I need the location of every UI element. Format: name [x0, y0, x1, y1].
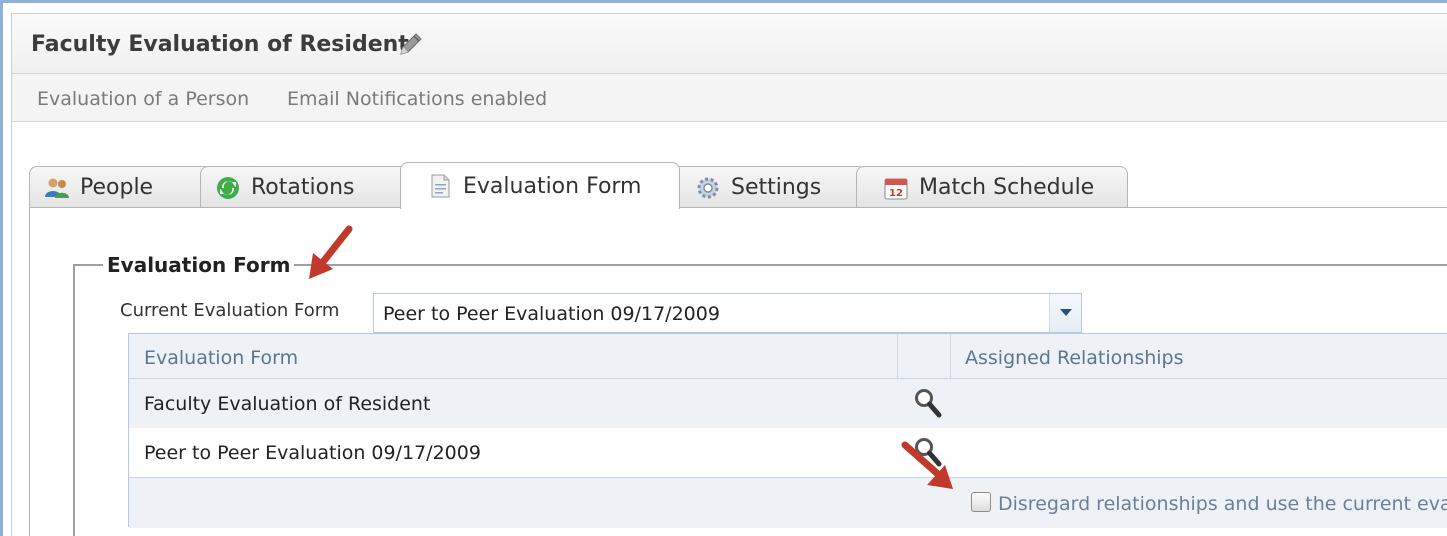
- disregard-relationships-label[interactable]: Disregard relationships and use the curr…: [998, 493, 1447, 515]
- title-bar: Faculty Evaluation of Resident: [12, 14, 1447, 74]
- table-row[interactable]: Peer to Peer Evaluation 09/17/2009: [129, 428, 1447, 477]
- table-row[interactable]: Faculty Evaluation of Resident: [129, 379, 1447, 428]
- select-value: Peer to Peer Evaluation 09/17/2009: [383, 303, 720, 325]
- gear-icon: [697, 177, 719, 198]
- annotation-arrow-icon: [901, 441, 953, 489]
- people-icon: [45, 178, 69, 198]
- fieldset-legend: Evaluation Form: [103, 253, 295, 277]
- pencil-edit-icon[interactable]: [396, 31, 424, 59]
- tab-people[interactable]: People: [29, 166, 215, 208]
- column-divider: [950, 334, 951, 379]
- table-footer: Disregard relationships and use the curr…: [129, 477, 1447, 528]
- table-header: Evaluation Form Assigned Relationships: [129, 334, 1447, 379]
- tab-evaluation-form[interactable]: Evaluation Form: [400, 162, 680, 209]
- evaluation-type-text: Evaluation of a Person: [37, 88, 250, 110]
- tab-bar: People Rotations Evaluation Form Setting…: [12, 162, 1447, 209]
- chevron-down-icon[interactable]: [1049, 294, 1081, 332]
- tab-label: Settings: [731, 175, 822, 200]
- row-evaluation-form-name: Peer to Peer Evaluation 09/17/2009: [144, 442, 481, 464]
- calendar-icon: 12: [884, 178, 908, 199]
- disregard-relationships-checkbox[interactable]: [971, 492, 991, 512]
- tab-rotations[interactable]: Rotations: [200, 166, 410, 208]
- email-notification-status: Email Notifications enabled: [287, 88, 548, 110]
- row-evaluation-form-name: Faculty Evaluation of Resident: [144, 393, 431, 415]
- current-evaluation-form-label: Current Evaluation Form: [120, 300, 340, 321]
- tab-label: Match Schedule: [919, 175, 1095, 200]
- page-title: Faculty Evaluation of Resident: [31, 32, 409, 57]
- rotations-icon: [217, 176, 239, 199]
- tab-settings[interactable]: Settings: [670, 166, 866, 208]
- subtitle-bar: Evaluation of a Person Email Notificatio…: [12, 74, 1447, 122]
- document-icon: [431, 174, 450, 198]
- current-evaluation-form-select[interactable]: Peer to Peer Evaluation 09/17/2009: [373, 293, 1082, 333]
- magnifier-icon[interactable]: [913, 387, 943, 419]
- evaluation-panel: Faculty Evaluation of Resident Evaluatio…: [11, 13, 1447, 536]
- annotation-arrow-icon: [309, 225, 353, 279]
- column-header-evaluation-form[interactable]: Evaluation Form: [144, 347, 298, 369]
- window-frame: Faculty Evaluation of Resident Evaluatio…: [0, 0, 1447, 536]
- svg-text:12: 12: [889, 188, 903, 199]
- tab-content: Evaluation Form Current Evaluation Form …: [29, 207, 1447, 536]
- tab-match-schedule[interactable]: 12 Match Schedule: [856, 166, 1128, 208]
- tab-label: Rotations: [251, 175, 355, 200]
- column-header-assigned-relationships[interactable]: Assigned Relationships: [965, 347, 1184, 369]
- tab-label: People: [80, 175, 154, 200]
- column-divider: [897, 334, 898, 379]
- evaluation-form-table: Evaluation Form Assigned Relationships F…: [128, 333, 1447, 528]
- tab-label: Evaluation Form: [463, 173, 642, 199]
